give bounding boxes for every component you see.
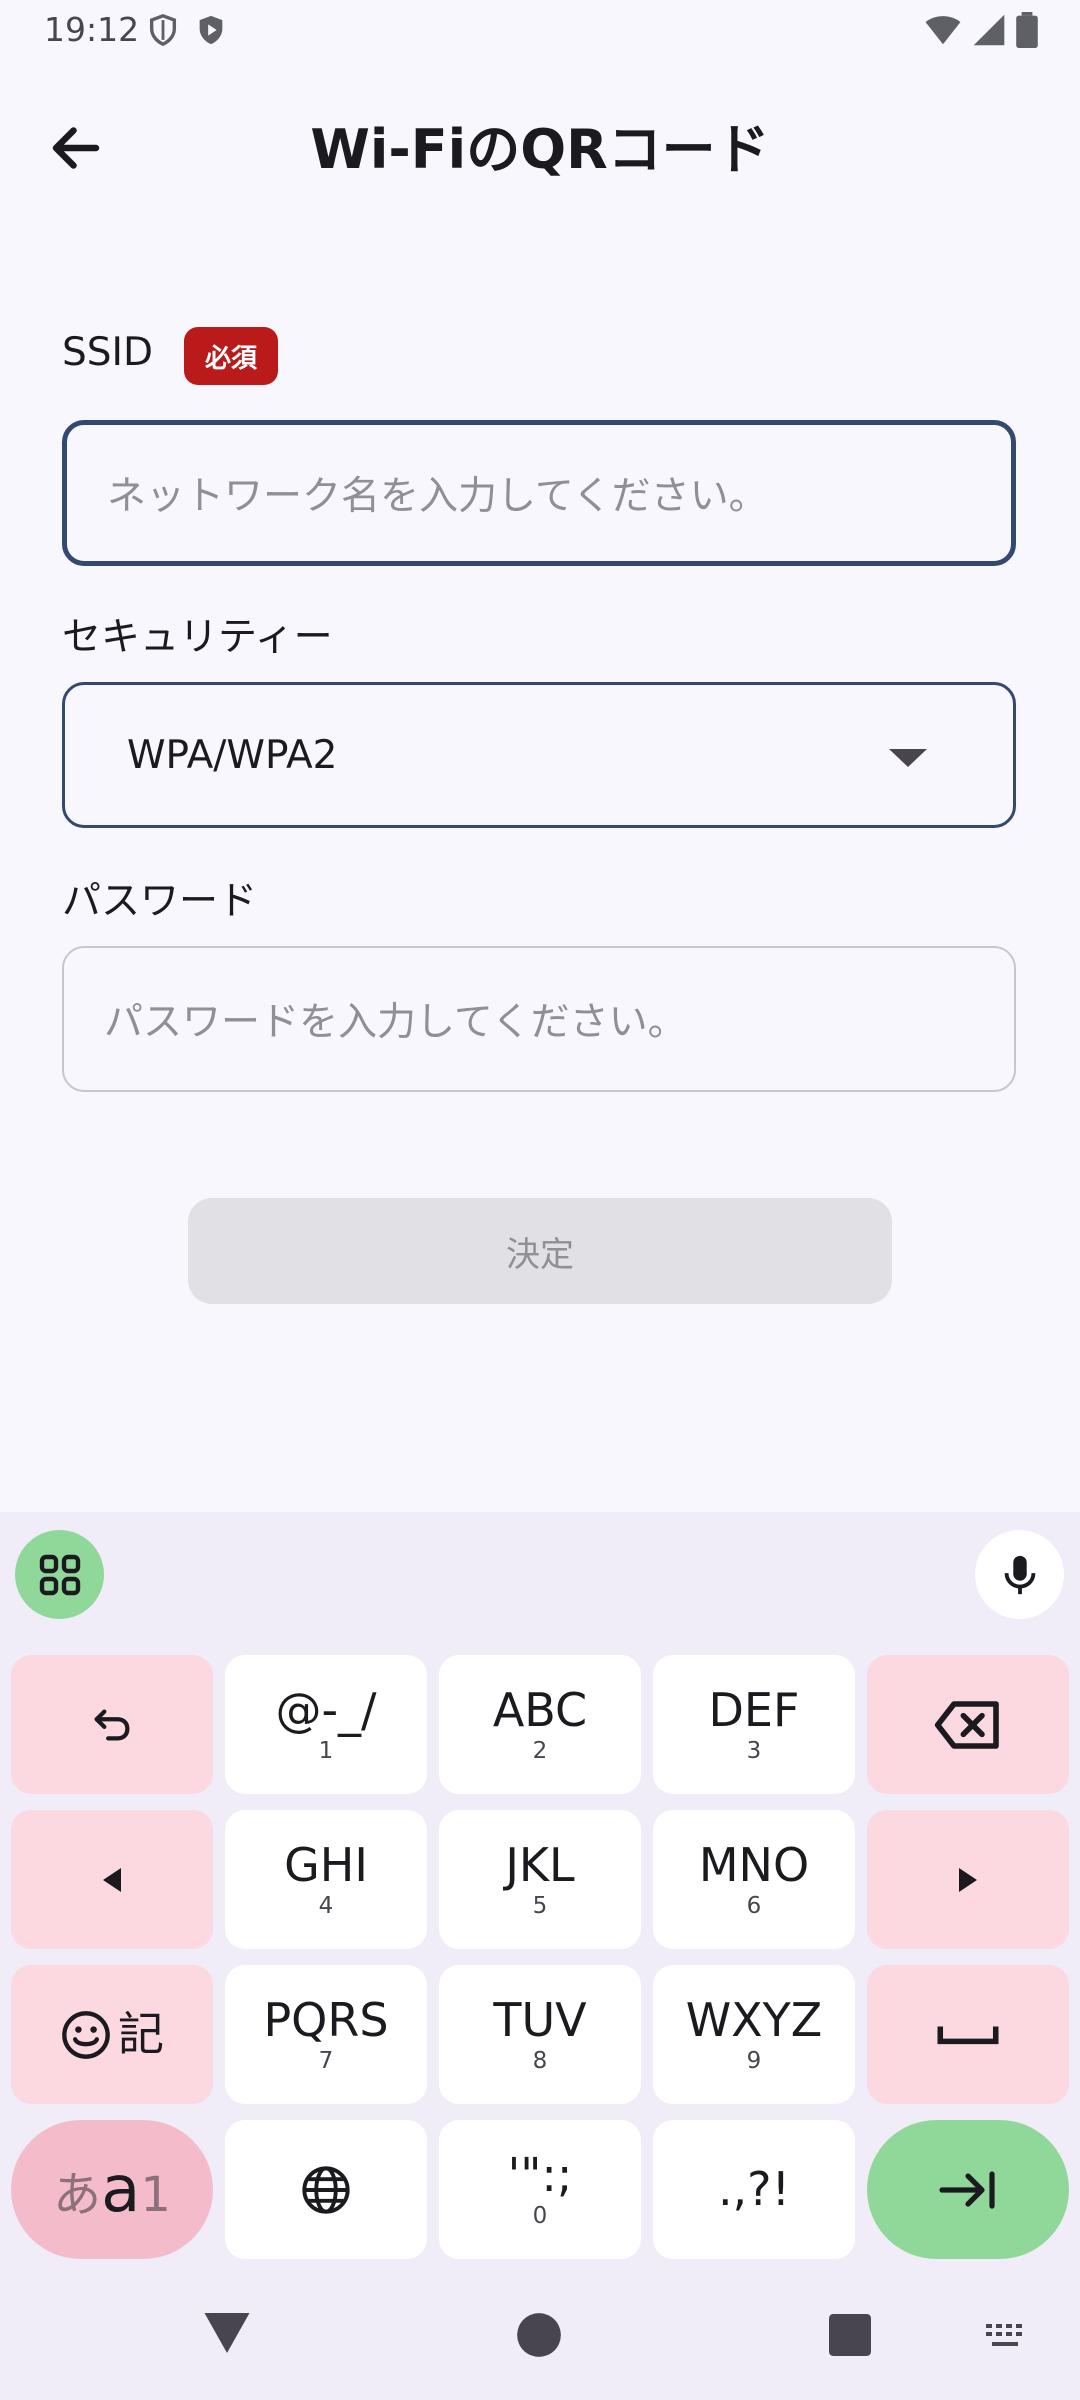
tab-arrow-icon — [939, 2170, 995, 2209]
mic-icon — [1004, 1555, 1035, 1594]
key-7[interactable]: PQRS 7 — [225, 1965, 427, 2104]
status-time: 19:12 — [44, 10, 140, 49]
backspace-icon — [934, 1700, 999, 1749]
shield-outline-icon — [149, 14, 177, 47]
shield-play-icon — [199, 15, 223, 45]
emoji-symbol-key[interactable]: 記 — [11, 1965, 213, 2104]
cursor-left-key[interactable] — [11, 1810, 213, 1949]
required-badge: 必須 — [184, 327, 278, 385]
undo-key[interactable] — [11, 1655, 213, 1794]
nav-home-button[interactable] — [516, 2312, 562, 2362]
password-label: パスワード — [62, 879, 258, 924]
input-mode-key[interactable]: あa1 — [11, 2120, 213, 2259]
punctuation-key[interactable]: .,?! — [653, 2120, 855, 2259]
key-6[interactable]: MNO 6 — [653, 1810, 855, 1949]
cursor-right-key[interactable] — [867, 1810, 1069, 1949]
key-8[interactable]: TUV 8 — [439, 1965, 641, 2104]
triangle-left-icon — [103, 1867, 121, 1892]
globe-icon — [302, 2165, 350, 2214]
ssid-label: SSID — [62, 330, 154, 375]
signal-icon — [973, 14, 1005, 46]
backspace-key[interactable] — [867, 1655, 1069, 1794]
security-selected-value: WPA/WPA2 — [127, 732, 338, 778]
keyboard-switch-button[interactable] — [984, 2322, 1028, 2354]
voice-input-button[interactable] — [975, 1530, 1064, 1619]
confirm-button[interactable]: 決定 — [188, 1198, 892, 1304]
key-2[interactable]: ABC 2 — [439, 1655, 641, 1794]
key-4[interactable]: GHI 4 — [225, 1810, 427, 1949]
page-title: Wi-FiのQRコード — [310, 118, 770, 181]
nav-recents-button[interactable] — [829, 2314, 871, 2360]
back-triangle-icon — [204, 2313, 250, 2353]
keyboard-menu-button[interactable] — [15, 1530, 104, 1619]
space-icon — [937, 2025, 999, 2044]
home-circle-icon — [517, 2313, 561, 2357]
keyboard — [0, 1512, 1080, 2400]
tab-key[interactable] — [867, 2120, 1069, 2259]
space-key[interactable] — [867, 1965, 1069, 2104]
grid-icon — [39, 1554, 80, 1595]
dropdown-arrow-icon — [889, 749, 927, 767]
globe-key[interactable] — [225, 2120, 427, 2259]
ssid-input[interactable]: ネットワーク名を入力してください。 — [62, 420, 1016, 566]
key-9[interactable]: WXYZ 9 — [653, 1965, 855, 2104]
key-0[interactable]: '":; 0 — [439, 2120, 641, 2259]
password-input[interactable]: パスワードを入力してください。 — [62, 946, 1016, 1092]
battery-icon — [1016, 12, 1038, 48]
key-5[interactable]: JKL 5 — [439, 1810, 641, 1949]
triangle-right-icon — [959, 1867, 977, 1892]
nav-back-button[interactable] — [202, 2310, 252, 2360]
wifi-icon — [925, 16, 961, 45]
recents-square-icon — [829, 2314, 871, 2356]
key-1[interactable]: @-_/ 1 — [225, 1655, 427, 1794]
security-label: セキュリティー — [62, 615, 333, 660]
emoji-icon — [62, 2010, 110, 2059]
password-placeholder: パスワードを入力してください。 — [104, 1000, 687, 1045]
ssid-placeholder: ネットワーク名を入力してください。 — [107, 474, 768, 519]
security-dropdown[interactable]: WPA/WPA2 — [62, 682, 1016, 828]
keyboard-switch-icon — [986, 2324, 1022, 2346]
undo-icon — [94, 1708, 130, 1741]
key-3[interactable]: DEF 3 — [653, 1655, 855, 1794]
